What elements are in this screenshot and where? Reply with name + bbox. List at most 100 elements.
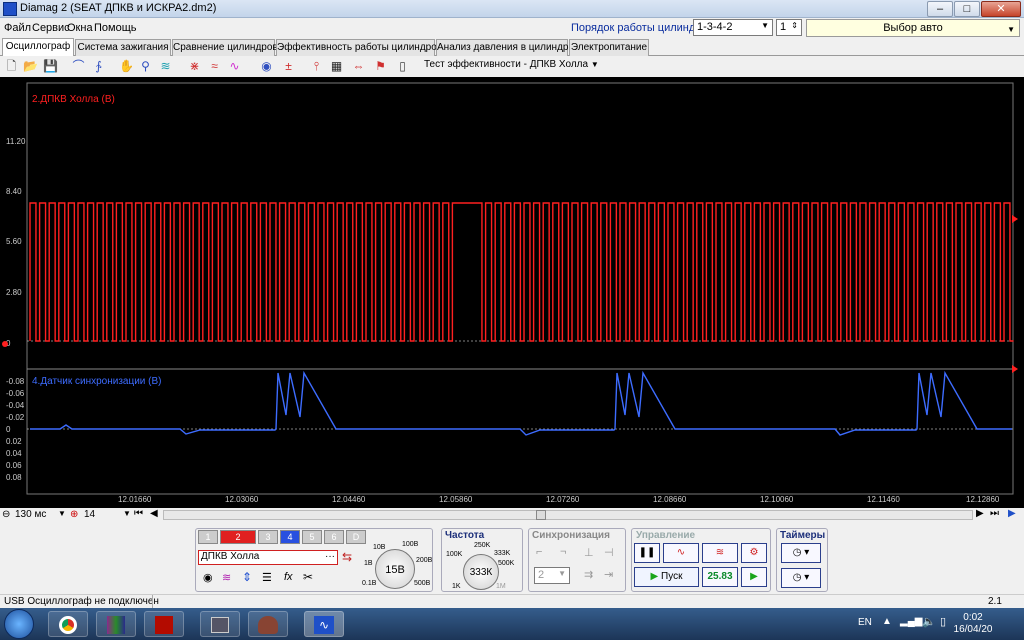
auto-select-dropdown[interactable]: Выбор авто ▼: [806, 19, 1020, 37]
new-file-icon[interactable]: 🗋: [3, 58, 20, 75]
eye-icon[interactable]: ◉: [203, 571, 213, 584]
battery-icon[interactable]: ▯: [940, 615, 946, 628]
multi-wave-button[interactable]: ≋: [702, 543, 738, 563]
zoom-out-icon[interactable]: ⊖: [2, 509, 10, 520]
frequency-knob[interactable]: 333К: [463, 554, 499, 590]
start-button[interactable]: ▶ Пуск: [634, 567, 699, 587]
auto-settings-button[interactable]: ⚙: [741, 543, 767, 563]
tab-power-supply[interactable]: Электропитание: [569, 39, 649, 56]
firing-order-select[interactable]: 1-3-4-2 ▼: [693, 19, 773, 36]
channel-button-2[interactable]: 2: [220, 530, 256, 544]
chevron-down-icon[interactable]: ▼: [123, 509, 131, 518]
tab-pressure-analysis[interactable]: Анализ давления в цилиндре: [436, 39, 574, 56]
waveform-canvas: [2, 82, 1018, 495]
channel-button-6[interactable]: 6: [324, 530, 344, 544]
pdf-task-icon[interactable]: [144, 611, 184, 637]
tab-cylinder-efficiency[interactable]: Эффективность работы цилиндров: [276, 39, 442, 56]
start-orb-icon[interactable]: [4, 609, 34, 639]
menu-windows[interactable]: Окна: [67, 22, 93, 34]
first-frame-icon[interactable]: ⏮: [134, 508, 143, 519]
frequency-mark: 1K: [452, 583, 461, 590]
report-icon[interactable]: ▯: [394, 58, 411, 75]
channel-button-5[interactable]: 5: [302, 530, 322, 544]
tab-cylinder-compare[interactable]: Сравнение цилиндров: [172, 39, 278, 56]
filter-icon[interactable]: ⫯: [308, 58, 325, 75]
cursor-icon[interactable]: ⌒: [70, 58, 87, 75]
language-indicator[interactable]: EN: [858, 617, 872, 628]
more-icon[interactable]: ···: [325, 551, 335, 562]
network-icon[interactable]: ▂▄▆: [900, 616, 922, 627]
swap-icon[interactable]: ⇆: [342, 550, 352, 564]
channel-button-1[interactable]: 1: [198, 530, 218, 544]
tab-oscilloscope[interactable]: Осциллограф: [2, 38, 74, 56]
sensor-name-value: ДПКВ Холла: [201, 551, 260, 562]
signal-icon[interactable]: ≋: [222, 571, 231, 584]
hand-pan-icon[interactable]: ✋: [118, 58, 135, 75]
helmet-task-icon[interactable]: [248, 611, 288, 637]
next-frame-icon[interactable]: ▶: [976, 508, 984, 519]
sync-channel-select[interactable]: 2 ▼: [534, 567, 570, 584]
clock[interactable]: 0:02 16/04/20: [953, 612, 993, 636]
lines-icon[interactable]: ☰: [262, 571, 272, 584]
tray-arrow-icon[interactable]: ▲: [882, 616, 892, 627]
rising-edge-icon[interactable]: ⌐: [536, 546, 542, 558]
effect-test-label: Тест эффективности - ДПКВ Холла: [424, 59, 589, 70]
chrome-task-icon[interactable]: [48, 611, 88, 637]
sync-arrow-icon[interactable]: ⇉: [584, 568, 593, 581]
wave-overlay-icon[interactable]: ∿: [226, 58, 243, 75]
tab-ignition[interactable]: Система зажигания: [75, 39, 171, 56]
marker-flag-icon[interactable]: ⚑: [372, 58, 389, 75]
app-task-icon[interactable]: [200, 611, 240, 637]
zoom-icon[interactable]: ⚲: [137, 58, 154, 75]
open-folder-icon[interactable]: 📂: [22, 58, 39, 75]
timer2-button[interactable]: ◷ ▾: [781, 568, 821, 588]
stack-icon[interactable]: ≋: [157, 58, 174, 75]
channel-button-d[interactable]: D: [346, 530, 366, 544]
function-icon[interactable]: fx: [284, 571, 293, 583]
channel-button-4[interactable]: 4: [280, 530, 300, 544]
minimize-button[interactable]: ‒: [927, 1, 953, 17]
auto-icon[interactable]: ◉: [258, 58, 275, 75]
scale-arrows-icon[interactable]: ⇕: [242, 570, 252, 584]
tools-icon[interactable]: ✂: [303, 570, 313, 584]
sine-wave-button[interactable]: ∿: [663, 543, 699, 563]
sync-forward-icon[interactable]: ⇥: [604, 568, 613, 581]
chevron-down-icon[interactable]: ▼: [58, 509, 66, 518]
x-tick: 12.08660: [653, 495, 687, 504]
cylinder-stepper[interactable]: 1 ⇕: [776, 19, 802, 36]
sync-level-icon[interactable]: ⊣: [604, 546, 614, 559]
zoom-in-icon[interactable]: ⊕: [70, 509, 78, 520]
channel-button-3[interactable]: 3: [258, 530, 278, 544]
frames-value[interactable]: 14: [84, 509, 95, 520]
scroll-thumb[interactable]: [536, 510, 546, 520]
archive-task-icon[interactable]: [96, 611, 136, 637]
menu-file[interactable]: Файл: [4, 22, 31, 34]
zero-icon[interactable]: ±: [280, 58, 297, 75]
pause-button[interactable]: ❚❚: [634, 543, 660, 563]
sync-mode-icon[interactable]: ⊥: [584, 546, 594, 559]
sensor-name-field[interactable]: ДПКВ Холла ···: [198, 550, 338, 565]
invert-icon[interactable]: ⋇: [186, 58, 203, 75]
measure-icon[interactable]: ∱: [90, 58, 107, 75]
last-frame-icon[interactable]: ⏭: [990, 508, 999, 519]
menu-service[interactable]: Сервис: [32, 22, 70, 34]
app-icon: [3, 2, 17, 16]
save-icon[interactable]: 💾: [42, 58, 59, 75]
falling-edge-icon[interactable]: ¬: [560, 546, 566, 558]
wave-multi-icon[interactable]: ≈: [206, 58, 223, 75]
prev-frame-icon[interactable]: ◀: [150, 508, 158, 519]
voltage-knob[interactable]: 15В: [375, 549, 415, 589]
timeline-scrollbar[interactable]: [163, 510, 973, 520]
effect-test-dropdown[interactable]: Тест эффективности - ДПКВ Холла ▼: [424, 59, 599, 70]
timebase-value[interactable]: 130 мс: [15, 509, 46, 520]
play-icon[interactable]: ▶: [1008, 508, 1016, 519]
grid-icon[interactable]: ▦: [328, 58, 345, 75]
volume-icon[interactable]: 🔈: [922, 615, 936, 628]
menu-help[interactable]: Помощь: [94, 22, 137, 34]
auto-play-button[interactable]: ▶: [741, 567, 767, 587]
maximize-button[interactable]: □: [954, 1, 980, 17]
cursor-line-icon[interactable]: ⇔: [350, 58, 367, 75]
diamag-task-icon[interactable]: ∿: [304, 611, 344, 637]
timer1-button[interactable]: ◷ ▾: [781, 543, 821, 563]
close-button[interactable]: ✕: [981, 1, 1021, 17]
